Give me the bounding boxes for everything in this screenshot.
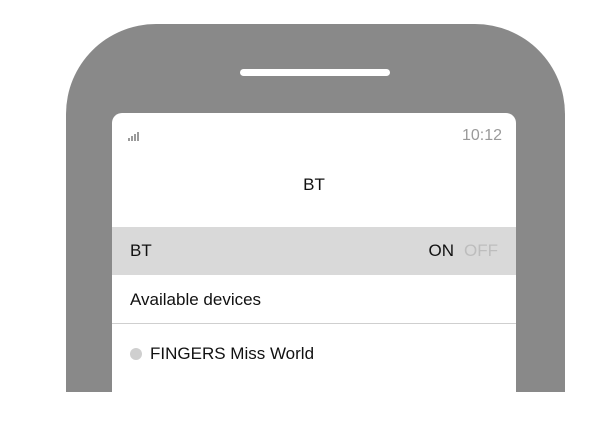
status-time: 10:12 (461, 127, 502, 144)
phone-screen: 10:12 BT BT ON OFF Available devices FIN… (112, 113, 516, 392)
bluetooth-row-label: BT (130, 241, 152, 260)
bluetooth-on-option[interactable]: ON (429, 241, 455, 261)
signal-bars-icon (128, 132, 144, 141)
device-name: FINGERS Miss World (150, 344, 315, 363)
section-divider (112, 323, 516, 324)
device-list-item[interactable]: FINGERS Miss World (130, 343, 314, 365)
speaker-slot (240, 69, 390, 76)
available-devices-header: Available devices (130, 290, 262, 309)
bluetooth-toggle-row[interactable]: BT ON OFF (112, 227, 516, 275)
screen-title: BT (303, 175, 325, 194)
status-bar: 10:12 (112, 113, 516, 153)
bluetooth-off-option[interactable]: OFF (464, 241, 498, 261)
device-status-dot-icon (130, 348, 142, 360)
